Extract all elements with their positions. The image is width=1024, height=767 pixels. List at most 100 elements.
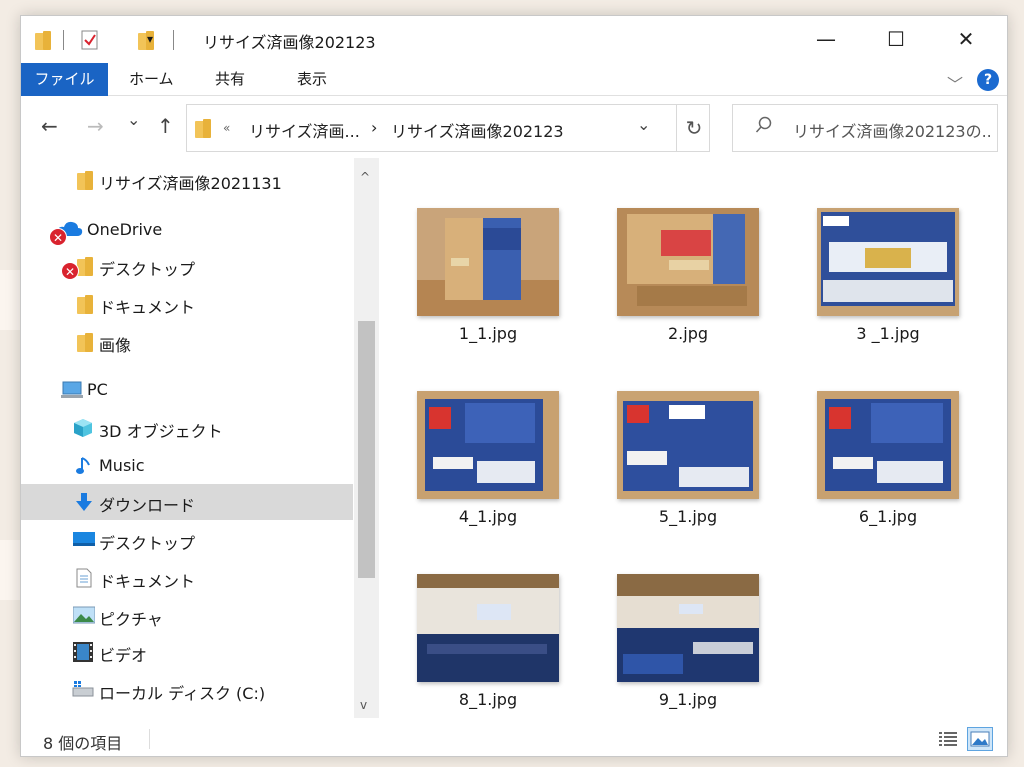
- title-bar: ▾ リサイズ済画像202123 — ☐ ✕: [21, 16, 1007, 62]
- sidebar-item-onedrive[interactable]: ✕ OneDrive: [21, 212, 353, 248]
- tab-file[interactable]: ファイル: [21, 63, 108, 96]
- sidebar-item-label: OneDrive: [87, 220, 163, 239]
- file-tile[interactable]: 9_1.jpg: [613, 574, 763, 734]
- sidebar-item-3d-objects[interactable]: 3D オブジェクト: [21, 410, 353, 446]
- sidebar-item-label: 画像: [99, 336, 132, 355]
- large-icons-view-button[interactable]: [967, 727, 993, 751]
- file-tile[interactable]: 6_1.jpg: [813, 391, 963, 551]
- desktop-icon: [73, 530, 95, 550]
- music-note-icon: [75, 456, 95, 476]
- file-name: 9_1.jpg: [658, 690, 718, 709]
- sidebar-item-resized-folder[interactable]: リサイズ済画像2021131: [21, 162, 353, 198]
- background-panel-mid: [0, 540, 20, 600]
- status-bar: 8 個の項目: [21, 721, 1007, 756]
- file-tile[interactable]: 2.jpg: [613, 208, 763, 368]
- customize-qa-dropdown-icon[interactable]: ▾: [147, 32, 165, 50]
- file-tile[interactable]: 5_1.jpg: [613, 391, 763, 551]
- sidebar-item-videos[interactable]: ビデオ: [21, 634, 353, 670]
- navigation-pane-scrollbar[interactable]: ^ v: [354, 158, 379, 718]
- image-thumbnail: [817, 208, 959, 316]
- file-name: 6_1.jpg: [858, 507, 918, 526]
- qa-separator: [63, 30, 64, 50]
- forward-arrow-icon[interactable]: →: [87, 114, 104, 138]
- sidebar-item-local-disk[interactable]: ローカル ディスク (C:): [21, 672, 353, 708]
- sidebar-item-pc[interactable]: PC: [21, 372, 353, 408]
- background-panel-top: [0, 270, 20, 330]
- sidebar-item-onedrive-documents[interactable]: ドキュメント: [21, 286, 353, 322]
- tab-share[interactable]: 共有: [201, 63, 259, 96]
- image-thumbnail: [617, 574, 759, 682]
- tab-home[interactable]: ホーム: [115, 63, 188, 96]
- file-name: 1_1.jpg: [458, 324, 518, 343]
- recent-locations-chevron-icon[interactable]: ⌄: [127, 110, 140, 129]
- sidebar-item-label: PC: [87, 380, 108, 399]
- breadcrumb-separator[interactable]: ›: [371, 118, 377, 137]
- ribbon-expand-chevron-icon[interactable]: ﹀: [947, 71, 963, 95]
- address-dropdown-chevron-icon[interactable]: ⌄: [637, 115, 650, 134]
- search-box[interactable]: リサイズ済画像202123の...: [732, 104, 998, 152]
- refresh-button[interactable]: ↻: [676, 105, 711, 151]
- drive-icon: [71, 680, 94, 700]
- item-count: 8 個の項目: [43, 734, 123, 753]
- search-icon: [755, 116, 773, 139]
- up-arrow-icon[interactable]: ↑: [157, 114, 174, 138]
- sidebar-item-label: ダウンロード: [99, 496, 196, 515]
- file-name: 5_1.jpg: [658, 507, 718, 526]
- sidebar-item-documents[interactable]: ドキュメント: [21, 560, 353, 596]
- picture-icon: [72, 606, 96, 626]
- image-thumbnail: [417, 391, 559, 499]
- image-thumbnail: [817, 391, 959, 499]
- file-tile[interactable]: 3 _1.jpg: [813, 208, 963, 368]
- properties-checkmark-icon[interactable]: [81, 30, 99, 50]
- sync-error-icon: ✕: [49, 228, 67, 246]
- file-tile[interactable]: 4_1.jpg: [413, 391, 563, 551]
- file-name: 3 _1.jpg: [856, 324, 920, 343]
- help-icon[interactable]: ?: [977, 69, 999, 91]
- folder-icon: [77, 256, 97, 276]
- sidebar-item-downloads[interactable]: ダウンロード: [21, 484, 353, 520]
- address-bar[interactable]: « リサイズ済画... › リサイズ済画像202123 ⌄ ↻: [186, 104, 710, 152]
- navigation-pane: リサイズ済画像2021131 ✕ OneDrive ✕ デスクトップ ドキュメン…: [21, 158, 379, 718]
- quick-access-folder-icon[interactable]: [35, 30, 51, 50]
- sidebar-item-onedrive-images[interactable]: 画像: [21, 324, 353, 360]
- details-view-button[interactable]: [935, 727, 961, 751]
- sidebar-item-label: ピクチャ: [99, 610, 163, 629]
- file-name: 8_1.jpg: [458, 690, 518, 709]
- file-explorer-window: ▾ リサイズ済画像202123 — ☐ ✕ ファイル ホーム 共有 表示 ﹀ ?…: [20, 15, 1008, 757]
- file-tile[interactable]: 1_1.jpg: [413, 208, 563, 368]
- scroll-down-arrow-icon[interactable]: v: [360, 698, 367, 712]
- search-placeholder: リサイズ済画像202123の...: [793, 122, 993, 141]
- sidebar-item-pictures[interactable]: ピクチャ: [21, 598, 353, 634]
- sidebar-item-desktop[interactable]: デスクトップ: [21, 522, 353, 558]
- minimize-button[interactable]: —: [791, 16, 861, 62]
- sidebar-item-label: ビデオ: [99, 646, 148, 665]
- tab-view[interactable]: 表示: [283, 63, 341, 96]
- breadcrumb-current[interactable]: リサイズ済画像202123: [391, 118, 564, 142]
- download-arrow-icon: [75, 492, 95, 512]
- back-arrow-icon[interactable]: ←: [41, 114, 58, 138]
- scroll-up-arrow-icon[interactable]: ^: [360, 170, 370, 184]
- title-separator: [173, 30, 174, 50]
- refresh-icon: ↻: [685, 116, 703, 140]
- file-name: 4_1.jpg: [458, 507, 518, 526]
- film-icon: [73, 642, 93, 662]
- maximize-button[interactable]: ☐: [861, 16, 931, 62]
- folder-icon: [77, 294, 97, 314]
- window-title: リサイズ済画像202123: [203, 33, 376, 52]
- close-button[interactable]: ✕: [931, 16, 1001, 62]
- image-thumbnail: [617, 208, 759, 316]
- breadcrumb-overflow[interactable]: «: [223, 121, 230, 135]
- sidebar-item-label: ドキュメント: [99, 572, 196, 591]
- image-thumbnail: [417, 574, 559, 682]
- file-tile[interactable]: 8_1.jpg: [413, 574, 563, 734]
- breadcrumb-parent[interactable]: リサイズ済画...: [249, 118, 360, 142]
- sidebar-item-music[interactable]: Music: [21, 448, 353, 484]
- folder-icon: [77, 170, 97, 190]
- scrollbar-thumb[interactable]: [358, 321, 375, 578]
- sidebar-item-onedrive-desktop[interactable]: ✕ デスクトップ: [21, 248, 353, 284]
- file-name: 2.jpg: [667, 324, 709, 343]
- sidebar-item-label: デスクトップ: [99, 260, 196, 279]
- navigation-bar: ← → ⌄ ↑ « リサイズ済画... › リサイズ済画像202123 ⌄ ↻ …: [21, 100, 1007, 156]
- sync-error-icon: ✕: [61, 262, 79, 280]
- image-thumbnail: [417, 208, 559, 316]
